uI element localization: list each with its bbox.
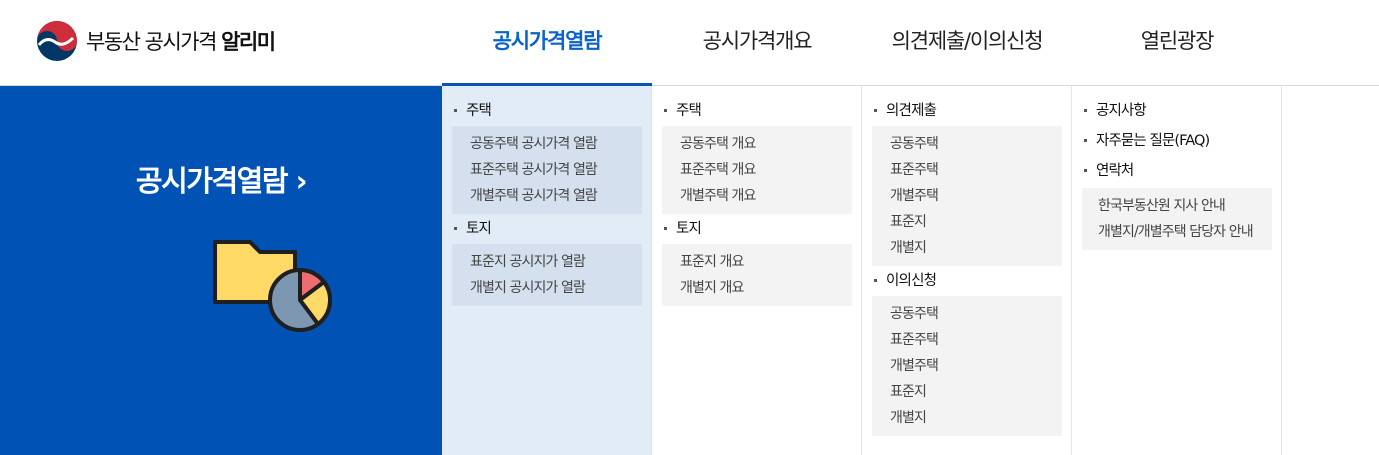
section-opinion: 의견제출 공동주택 표준주택 개별주택 표준지 개별지 <box>872 98 1062 266</box>
menu-item[interactable]: 개별지 개요 <box>680 275 852 301</box>
menu-item[interactable]: 개별주택 개요 <box>680 183 852 209</box>
sub-list: 공동주택 표준주택 개별주택 표준지 개별지 <box>872 296 1062 436</box>
menu-item[interactable]: 표준주택 <box>890 327 1062 353</box>
gnb-tab-opinion-objection[interactable]: 의견제출/이의신청 <box>862 0 1072 86</box>
gnb-tab-price-lookup[interactable]: 공시가격열람 <box>442 0 652 86</box>
submenu-column-price-lookup: 주택 공동주택 공시가격 열람 표준주택 공시가격 열람 개별주택 공시가격 열… <box>442 86 652 455</box>
menu-item[interactable]: 공동주택 <box>890 301 1062 327</box>
site-title: 부동산 공시가격 알리미 <box>86 30 276 54</box>
section-land: 토지 표준지 공시지가 열람 개별지 공시지가 열람 <box>452 216 642 306</box>
submenu-column-price-overview: 주택 공동주택 개요 표준주택 개요 개별주택 개요 토지 표준지 개요 개별지… <box>652 86 862 455</box>
header: 부동산 공시가격 알리미 공시가격열람 공시가격개요 의견제출/이의신청 열린광… <box>0 0 1379 86</box>
menu-item[interactable]: 개별지/개별주택 담당자 안내 <box>1098 219 1272 245</box>
menu-promo-panel: 공시가격열람 › <box>0 86 442 455</box>
menu-item-notice[interactable]: 공지사항 <box>1082 96 1272 126</box>
menu-item[interactable]: 표준지 개요 <box>680 249 852 275</box>
menu-item-contact[interactable]: 연락처 <box>1082 156 1272 186</box>
submenu-column-opinion-objection: 의견제출 공동주택 표준주택 개별주택 표준지 개별지 이의신청 공동주택 표준… <box>862 86 1072 455</box>
menu-item[interactable]: 개별지 <box>890 405 1062 431</box>
menu-item[interactable]: 표준주택 공시가격 열람 <box>470 157 642 183</box>
section-housing: 주택 공동주택 공시가격 열람 표준주택 공시가격 열람 개별주택 공시가격 열… <box>452 98 642 214</box>
menu-item[interactable]: 공동주택 개요 <box>680 131 852 157</box>
promo-title-link[interactable]: 공시가격열람 › <box>0 158 442 200</box>
sub-list: 공동주택 공시가격 열람 표준주택 공시가격 열람 개별주택 공시가격 열람 <box>452 126 642 214</box>
sub-list: 표준지 공시지가 열람 개별지 공시지가 열람 <box>452 244 642 306</box>
section-objection: 이의신청 공동주택 표준주택 개별주택 표준지 개별지 <box>872 268 1062 436</box>
section-title[interactable]: 이의신청 <box>872 268 1062 294</box>
menu-item[interactable]: 개별주택 공시가격 열람 <box>470 183 642 209</box>
korea-government-emblem-icon <box>37 21 77 61</box>
menu-item[interactable]: 표준지 <box>890 379 1062 405</box>
section-open-square: 공지사항 자주묻는 질문(FAQ) 연락처 한국부동산원 지사 안내 개별지/개… <box>1082 96 1272 250</box>
menu-item-faq[interactable]: 자주묻는 질문(FAQ) <box>1082 126 1272 156</box>
menu-item[interactable]: 표준지 공시지가 열람 <box>470 249 642 275</box>
menu-item[interactable]: 개별주택 <box>890 353 1062 379</box>
sub-list: 공동주택 개요 표준주택 개요 개별주택 개요 <box>662 126 852 214</box>
section-housing: 주택 공동주택 개요 표준주택 개요 개별주택 개요 <box>662 98 852 214</box>
menu-item[interactable]: 개별주택 <box>890 183 1062 209</box>
menu-item[interactable]: 표준주택 <box>890 157 1062 183</box>
section-title[interactable]: 토지 <box>662 216 852 242</box>
menu-item[interactable]: 표준주택 개요 <box>680 157 852 183</box>
menu-item[interactable]: 공동주택 <box>890 131 1062 157</box>
section-title[interactable]: 의견제출 <box>872 98 1062 124</box>
gnb-tab-price-overview[interactable]: 공시가격개요 <box>652 0 862 86</box>
section-title[interactable]: 주택 <box>662 98 852 124</box>
section-land: 토지 표준지 개요 개별지 개요 <box>662 216 852 306</box>
sub-list: 한국부동산원 지사 안내 개별지/개별주택 담당자 안내 <box>1082 188 1272 250</box>
section-title[interactable]: 토지 <box>452 216 642 242</box>
menu-item[interactable]: 개별지 <box>890 235 1062 261</box>
menu-item[interactable]: 개별지 공시지가 열람 <box>470 275 642 301</box>
section-title[interactable]: 주택 <box>452 98 642 124</box>
sub-list: 공동주택 표준주택 개별주택 표준지 개별지 <box>872 126 1062 266</box>
folder-pie-chart-icon <box>213 240 332 332</box>
menu-item[interactable]: 표준지 <box>890 209 1062 235</box>
gnb-tab-open-square[interactable]: 열린광장 <box>1072 0 1282 86</box>
menu-item[interactable]: 한국부동산원 지사 안내 <box>1098 193 1272 219</box>
menu-item[interactable]: 공동주택 공시가격 열람 <box>470 131 642 157</box>
sub-list: 표준지 개요 개별지 개요 <box>662 244 852 306</box>
site-logo[interactable]: 부동산 공시가격 알리미 <box>36 20 276 62</box>
submenu-column-open-square: 공지사항 자주묻는 질문(FAQ) 연락처 한국부동산원 지사 안내 개별지/개… <box>1072 86 1282 455</box>
